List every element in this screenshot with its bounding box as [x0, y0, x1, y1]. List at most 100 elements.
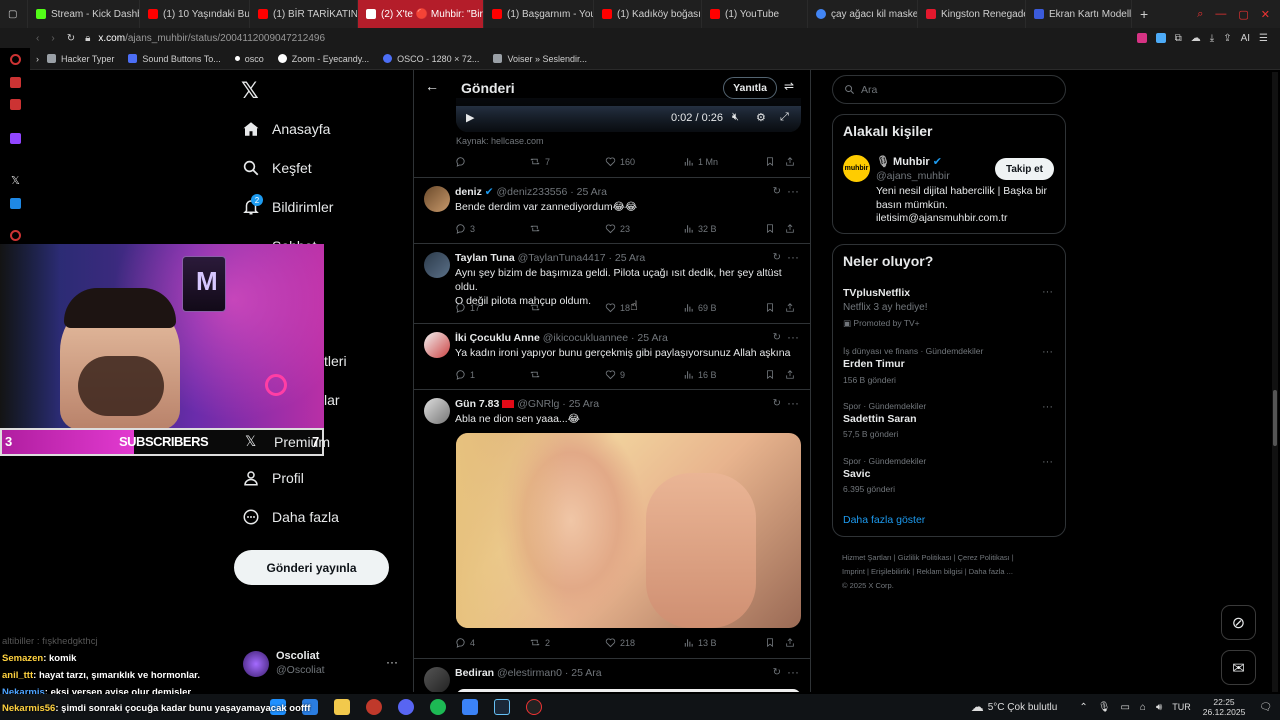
share-action[interactable] — [785, 156, 800, 167]
bookmark-osco-res[interactable]: OSCO - 1280 × 72... — [383, 54, 479, 64]
like-action[interactable]: 218 — [605, 637, 683, 648]
twitch-icon[interactable] — [10, 133, 21, 144]
tray-chevron-icon[interactable]: ⌃ — [1079, 702, 1087, 713]
mic-icon[interactable]: 🎙︎ — [1098, 702, 1111, 713]
back-icon[interactable]: ‹ — [36, 33, 39, 44]
sidebar-icon[interactable] — [10, 77, 21, 88]
author-name[interactable]: deniz — [455, 186, 482, 198]
mute-icon[interactable]: 🔇︎ — [732, 111, 739, 124]
author-name[interactable]: Gün 7.83 — [455, 398, 499, 410]
folder-icon[interactable] — [334, 699, 350, 715]
like-action[interactable]: 160 — [605, 156, 683, 167]
more-icon[interactable]: ··· — [787, 330, 799, 344]
extension-icon[interactable] — [1136, 32, 1147, 43]
trend-more-icon[interactable]: ··· — [1042, 346, 1053, 358]
back-arrow-icon[interactable]: ← — [425, 78, 439, 94]
spotify-icon[interactable] — [430, 699, 446, 715]
new-tab-button[interactable]: + — [1132, 0, 1154, 28]
footer-link[interactable]: Çerez Politikası — [958, 553, 1010, 562]
nav-profile[interactable]: Profil — [242, 469, 304, 487]
bookmark-voiser[interactable]: Voiser » Seslendir... — [493, 54, 587, 64]
share-action[interactable] — [785, 223, 800, 234]
author-handle[interactable]: @GNRlg — [517, 398, 559, 410]
discord-icon[interactable] — [398, 699, 414, 715]
tweet-image[interactable] — [456, 689, 801, 692]
nav-notifications[interactable]: 2 Bildirimler — [242, 194, 333, 216]
share-action[interactable] — [785, 637, 800, 648]
grok-icon[interactable]: ↻ — [773, 398, 781, 409]
bookmark-action[interactable] — [765, 223, 785, 234]
account-more-icon[interactable]: ··· — [386, 655, 398, 669]
trend-more-icon[interactable]: ··· — [1042, 401, 1053, 413]
tab-google[interactable]: çay ağacı kil maske — [808, 0, 918, 28]
scrollbar-thumb[interactable] — [1273, 390, 1277, 446]
play-icon[interactable]: ▶ — [466, 111, 474, 124]
tweet-date[interactable]: · 25 Ara — [565, 667, 602, 679]
reply-action[interactable]: 1 — [455, 369, 529, 380]
tab-youtube-2[interactable]: (1) BİR TARİKATIN KO — [250, 0, 358, 28]
search-input[interactable]: Ara — [832, 75, 1066, 104]
sidebar-icon[interactable] — [10, 230, 21, 241]
show-more-link[interactable]: Daha fazla göster — [843, 514, 925, 526]
battery-icon[interactable]: ▭ — [1120, 702, 1129, 713]
footer-link[interactable]: Erişilebilirlik — [871, 567, 910, 576]
settings-icon[interactable]: ⚙ — [756, 111, 766, 124]
ai-icon[interactable]: AI — [1241, 33, 1250, 44]
footer-link[interactable]: Imprint — [842, 567, 865, 576]
steam-icon[interactable] — [494, 699, 510, 715]
reply-tweet[interactable]: Bediran @elestirman0 · 25 Ara ↻ ··· — [414, 658, 810, 692]
bookmark-action[interactable] — [765, 302, 785, 313]
like-action[interactable]: 23 — [605, 223, 683, 234]
messages-button-icon[interactable]: ✉ — [1221, 650, 1256, 685]
author-handle[interactable]: @TaylanTuna4417 — [518, 252, 606, 264]
reply-action[interactable]: 4 — [455, 637, 529, 648]
reply-action[interactable]: 3 — [455, 223, 529, 234]
more-icon[interactable]: ··· — [787, 665, 799, 679]
cloud-icon[interactable]: ☁ — [1191, 33, 1201, 44]
nav-communities-partial[interactable]: lar — [324, 392, 340, 408]
reply-action[interactable] — [455, 156, 529, 167]
filter-icon[interactable]: ⇌ — [784, 79, 794, 93]
x-icon[interactable]: 𝕏 — [11, 174, 20, 187]
tab-actions-icon[interactable]: ▢ — [0, 0, 28, 28]
x-logo-icon[interactable]: 𝕏 — [241, 78, 259, 104]
tab-kingston[interactable]: Kingston Renegade — [918, 0, 1026, 28]
notification-center-icon[interactable]: 🗨︎ — [1259, 702, 1272, 713]
bookmark-action[interactable] — [765, 369, 785, 380]
clock[interactable]: 22:25 26.12.2025 — [1203, 697, 1246, 717]
related-handle[interactable]: @ajans_muhbir — [876, 170, 950, 182]
volume-icon[interactable]: 🔊︎ — [1156, 702, 1162, 713]
maximize-icon[interactable]: ▢ — [1238, 8, 1248, 21]
related-name-row[interactable]: 🎙︎ Muhbir ✔ — [876, 155, 942, 168]
tab-kick[interactable]: Stream - Kick Dashbo — [28, 0, 140, 28]
bookmark-zoom[interactable]: Zoom - Eyecandy... — [277, 54, 369, 64]
views-action[interactable]: 16 B — [683, 369, 765, 380]
tweet-date[interactable]: · 25 Ara — [562, 398, 599, 410]
like-action[interactable]: 9 — [605, 369, 683, 380]
site-info-icon[interactable]: 🔒︎ — [85, 33, 90, 44]
footer-link[interactable]: Hizmet Şartları — [842, 553, 892, 562]
fullscreen-icon[interactable]: ⤢ — [780, 111, 789, 124]
network-icon[interactable]: ⌂ — [1140, 702, 1146, 713]
sidebar-icon[interactable] — [10, 99, 21, 110]
nav-explore[interactable]: Keşfet — [242, 159, 312, 177]
more-icon[interactable]: ··· — [787, 184, 799, 198]
browser-icon[interactable] — [366, 699, 382, 715]
grok-button-icon[interactable]: ⊘ — [1221, 605, 1256, 640]
tab-x-active[interactable]: (2) X'te 🔴 Muhbir: "Bir ka — [358, 0, 484, 28]
author-name[interactable]: İki Çocuklu Anne — [455, 332, 540, 344]
share-action[interactable] — [785, 302, 800, 313]
views-action[interactable]: 1 Mn — [683, 156, 765, 167]
bookmark-hacker-typer[interactable]: Hacker Typer — [47, 54, 114, 64]
grok-icon[interactable]: ↻ — [773, 186, 781, 197]
tweet-date[interactable]: · 25 Ara — [631, 332, 668, 344]
tab-youtube-5[interactable]: (1) YouTube — [702, 0, 808, 28]
tab-youtube-3[interactable]: (1) Başgarnım - YouTu — [484, 0, 594, 28]
tab-youtube-1[interactable]: (1) 10 Yaşındaki Bu K — [140, 0, 250, 28]
retweet-action[interactable] — [529, 302, 605, 313]
footer-link[interactable]: Reklam bilgisi — [916, 567, 962, 576]
retweet-action[interactable] — [529, 369, 605, 380]
bookmark-osco[interactable]: osco — [234, 54, 264, 64]
reply-tweet[interactable]: Gün 7.83 @GNRlg · 25 Ara ↻ ··· Abla ne di… — [414, 389, 810, 658]
views-action[interactable]: 13 B — [683, 637, 765, 648]
